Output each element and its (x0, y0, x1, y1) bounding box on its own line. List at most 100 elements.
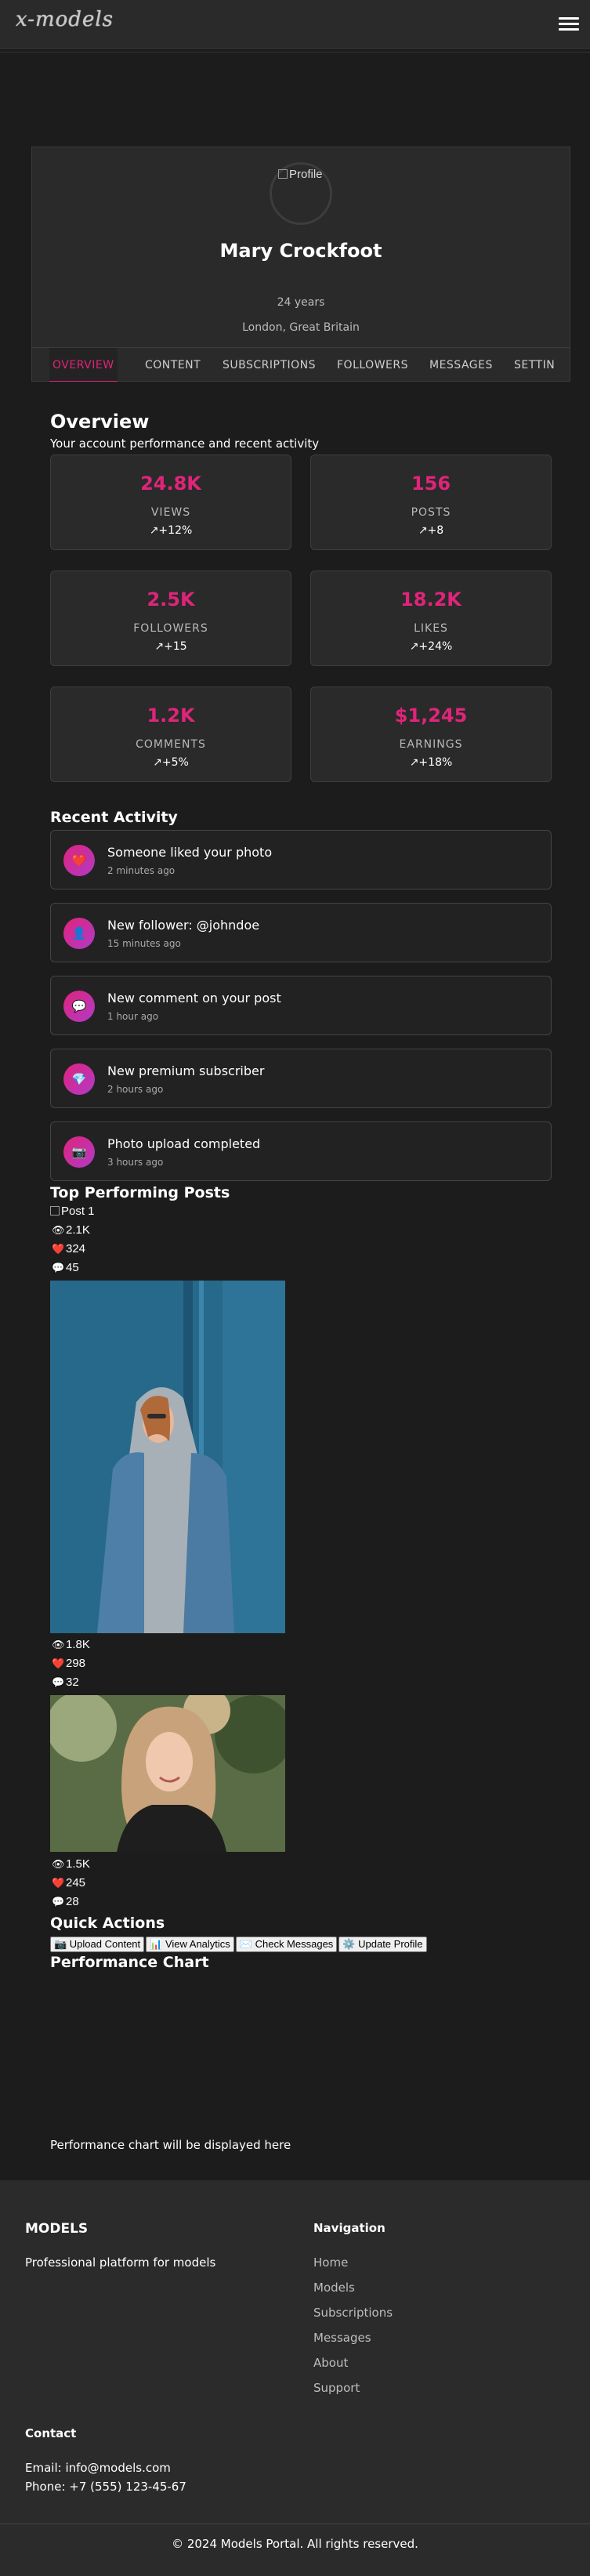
heart-icon: ❤️ (52, 1877, 65, 1889)
post-views: 👁1.5K (52, 1857, 90, 1871)
footer-email[interactable]: Email: info@models.com (25, 2461, 171, 2475)
activity-text: New comment on your post (107, 991, 281, 1005)
stat-label: VIEWS (150, 506, 191, 519)
heart-icon: ❤️ (52, 1243, 65, 1255)
comment-icon: 💬 (63, 991, 95, 1022)
tab-content[interactable]: CONTENT (145, 348, 201, 382)
check-messages-button[interactable]: ✉️ Check Messages (235, 1937, 338, 1952)
camera-icon: 📷 (63, 1136, 95, 1168)
header-divider (0, 52, 590, 53)
top-posts-title: Top Performing Posts (50, 1184, 230, 1201)
footer-phone[interactable]: Phone: +7 (555) 123-45-67 (25, 2480, 186, 2494)
footer-link-home[interactable]: Home (313, 2255, 348, 2270)
activity-text: Someone liked your photo (107, 845, 273, 860)
stat-label: LIKES (414, 622, 448, 635)
stat-value: 2.5K (147, 589, 195, 610)
site-logo[interactable]: x-models (16, 8, 114, 31)
activity-item[interactable]: 💎 New premium subscriber 2 hours ago (50, 1049, 552, 1108)
stat-card-views: 24.8K VIEWS ↗+12% (50, 455, 291, 550)
footer-nav-title: Navigation (313, 2221, 385, 2235)
post-photo-blonde-woman (50, 1695, 285, 1852)
comment-icon: 💬 (52, 1262, 65, 1274)
chart-placeholder-text: Performance chart will be displayed here (50, 2138, 291, 2152)
avatar: Profile (270, 162, 332, 225)
footer-description: Professional platform for models (25, 2255, 216, 2270)
footer-link-messages[interactable]: Messages (313, 2331, 371, 2345)
tab-messages[interactable]: MESSAGES (429, 348, 493, 382)
activity-item[interactable]: 👤 New follower: @johndoe 15 minutes ago (50, 903, 552, 962)
profile-location: London, Great Britain (242, 321, 360, 334)
activity-item[interactable]: 💬 New comment on your post 1 hour ago (50, 976, 552, 1035)
post-photo-woman-hoodie (50, 1281, 285, 1633)
quick-actions-title: Quick Actions (50, 1915, 165, 1932)
post-image[interactable] (50, 1695, 285, 1852)
comment-icon: 💬 (52, 1896, 65, 1908)
hamburger-icon[interactable] (559, 17, 579, 31)
stat-card-posts: 156 POSTS ↗+8 (310, 455, 552, 550)
footer-link-about[interactable]: About (313, 2356, 348, 2370)
stat-label: EARNINGS (399, 738, 463, 751)
update-profile-button[interactable]: ⚙️ Update Profile (338, 1937, 427, 1952)
eye-icon: 👁 (52, 1639, 65, 1650)
stat-change: ↗+18% (409, 756, 453, 769)
footer-copyright: © 2024 Models Portal. All rights reserve… (172, 2537, 418, 2551)
tab-overview[interactable]: OVERVIEW (49, 348, 118, 382)
stat-label: FOLLOWERS (133, 622, 208, 635)
activity-time: 1 hour ago (107, 1011, 159, 1022)
activity-text: Photo upload completed (107, 1136, 261, 1151)
recent-activity-title: Recent Activity (50, 809, 178, 826)
stat-value: $1,245 (394, 705, 468, 726)
overview-title: Overview (50, 411, 150, 433)
post-image[interactable] (50, 1281, 285, 1633)
performance-chart-title: Performance Chart (50, 1954, 209, 1971)
stat-value: 18.2K (400, 589, 462, 610)
activity-item[interactable]: 📷 Photo upload completed 3 hours ago (50, 1121, 552, 1181)
stat-value: 156 (411, 473, 451, 495)
quick-actions-row: 📷 Upload Content 📊 View Analytics ✉️ Check… (50, 1937, 429, 1952)
top-bar: x-models (0, 0, 590, 49)
overview-subtitle: Your account performance and recent acti… (50, 437, 320, 451)
post-comments: 💬 32 (52, 1676, 79, 1689)
stat-change: ↗+15 (154, 640, 187, 653)
footer-link-subscriptions[interactable]: Subscriptions (313, 2306, 393, 2320)
view-analytics-button[interactable]: 📊 View Analytics (146, 1937, 234, 1952)
stat-change: ↗+5% (153, 756, 189, 769)
footer-divider (0, 2523, 590, 2524)
profile-name: Mary Crockfoot (219, 240, 382, 262)
post-likes: ❤️ 298 (52, 1657, 86, 1670)
post-views: 👁1.8K (52, 1638, 90, 1651)
activity-time: 15 minutes ago (107, 938, 181, 949)
stat-change: ↗+8 (418, 524, 444, 537)
post-likes: ❤️ 245 (52, 1876, 86, 1889)
upload-content-button[interactable]: 📷 Upload Content (50, 1937, 145, 1952)
stat-card-followers: 2.5K FOLLOWERS ↗+15 (50, 571, 291, 666)
tab-subscriptions[interactable]: SUBSCRIPTIONS (223, 348, 316, 382)
activity-time: 3 hours ago (107, 1157, 164, 1168)
eye-icon: 👁 (52, 1858, 65, 1870)
activity-text: New premium subscriber (107, 1063, 265, 1078)
post-comments: 💬 28 (52, 1895, 79, 1908)
activity-time: 2 hours ago (107, 1084, 164, 1095)
heart-icon: ❤️ (52, 1658, 65, 1669)
stat-change: ↗+12% (149, 524, 193, 537)
eye-icon: 👁 (52, 1224, 65, 1236)
heart-icon: ❤️ (63, 845, 95, 876)
post-likes: ❤️ 324 (52, 1242, 86, 1255)
stat-change: ↗+24% (409, 640, 453, 653)
profile-tabs: OVERVIEW CONTENT SUBSCRIPTIONS FOLLOWERS… (32, 347, 570, 382)
post-image-broken[interactable]: Post 1 (50, 1205, 95, 1218)
stat-card-comments: 1.2K COMMENTS ↗+5% (50, 687, 291, 782)
tab-settings[interactable]: SETTIN (514, 348, 555, 382)
footer-link-models[interactable]: Models (313, 2281, 355, 2295)
stat-value: 24.8K (140, 473, 201, 495)
footer-link-support[interactable]: Support (313, 2381, 360, 2395)
footer-contact-title: Contact (25, 2426, 77, 2440)
tab-followers[interactable]: FOLLOWERS (337, 348, 408, 382)
avatar-alt-text: Profile (278, 168, 323, 181)
post-views: 👁2.1K (52, 1223, 90, 1237)
stat-card-earnings: $1,245 EARNINGS ↗+18% (310, 687, 552, 782)
stat-label: POSTS (411, 506, 451, 519)
footer: MODELS Professional platform for models … (0, 2180, 590, 2576)
activity-item[interactable]: ❤️ Someone liked your photo 2 minutes ag… (50, 830, 552, 889)
activity-time: 2 minutes ago (107, 865, 176, 876)
